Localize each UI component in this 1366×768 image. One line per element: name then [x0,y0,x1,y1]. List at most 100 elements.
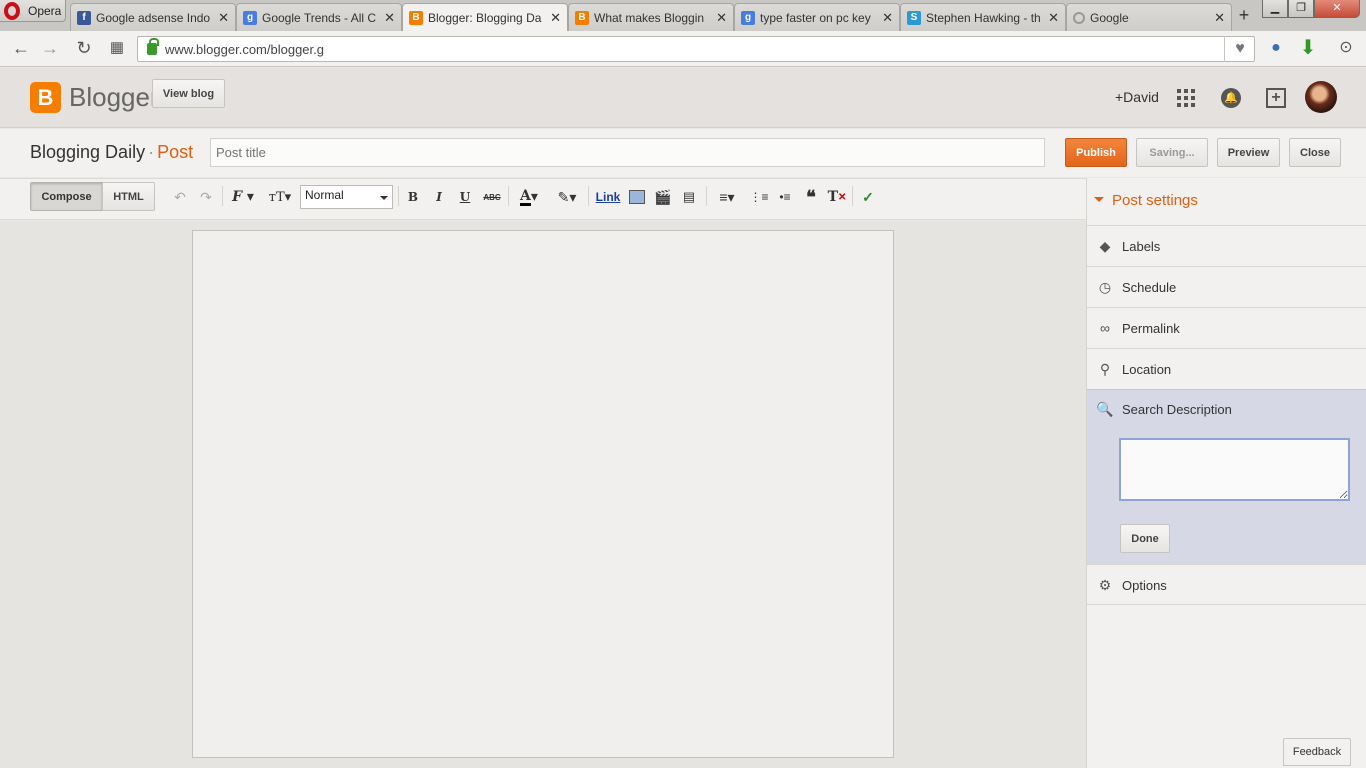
avatar[interactable] [1305,81,1337,113]
post-title-input[interactable] [210,138,1045,167]
sidebar-item-label: Schedule [1122,279,1177,295]
share-plus-icon[interactable]: + [1266,88,1286,108]
insert-jump-break-icon[interactable]: ▤ [679,185,699,209]
compose-mode-button[interactable]: Compose [30,182,103,211]
tab-title: type faster on pc key [760,10,871,25]
feedback-button[interactable]: Feedback [1283,738,1351,766]
back-arrow-icon[interactable]: ← [9,36,33,60]
close-icon[interactable]: ✕ [1048,10,1059,26]
maximize-button[interactable]: ❐ [1288,0,1314,18]
collapse-triangle-icon [1094,197,1104,207]
close-icon[interactable]: ✕ [1214,10,1225,26]
tab-stephen-hawking[interactable]: S Stephen Hawking - th ✕ [900,3,1066,31]
font-size-icon[interactable]: тT▾ [264,185,296,209]
user-profile-link[interactable]: +David [1115,89,1159,105]
blogger-icon: B [575,10,589,25]
post-settings-header[interactable]: Post settings [1094,192,1198,209]
tab-blogger-active[interactable]: B Blogger: Blogging Da ✕ [402,3,568,31]
tab-type-faster[interactable]: g type faster on pc key ✕ [734,3,900,31]
redo-icon[interactable]: ↷ [197,185,215,209]
tag-icon: ◆ [1099,237,1111,254]
quote-icon[interactable]: ❝ [801,185,821,209]
insert-link-button[interactable]: Link [594,185,622,209]
toolbar-divider [852,186,853,206]
globe-icon[interactable]: ● [1264,36,1288,60]
remove-formatting-icon[interactable]: T ✕ [827,185,847,209]
toolbar-divider [706,186,707,206]
numbered-list-icon[interactable]: ⋮≡ [749,185,769,209]
search-icon: 🔍 [1096,401,1114,417]
sidebar-item-labels[interactable]: ◆ Labels [1087,225,1366,266]
blogger-wordmark[interactable]: Blogger [69,82,159,113]
insert-video-icon[interactable]: 🎬 [653,185,673,209]
pin-icon: ⚲ [1099,360,1111,377]
toolbar-divider [398,186,399,206]
insert-image-icon[interactable] [627,185,647,209]
download-arrow-icon[interactable]: ⬇ [1296,36,1320,60]
section-label: Post [157,142,194,162]
align-icon[interactable]: ≡▾ [712,185,742,209]
underline-icon[interactable]: U [456,185,474,209]
font-family-icon[interactable]: F ▾ [228,185,258,209]
close-icon[interactable]: ✕ [384,10,395,26]
heart-icon[interactable]: ♥ [1224,36,1255,62]
tab-title: Google adsense Indo [96,10,211,25]
html-mode-button[interactable]: HTML [102,182,155,211]
strikethrough-icon[interactable]: ABC [481,185,503,209]
sidebar-item-search-description[interactable]: 🔍 Search Description [1087,389,1366,430]
close-icon[interactable]: ✕ [550,10,561,26]
close-icon[interactable]: ✕ [716,10,727,26]
spellcheck-icon[interactable]: ✓ [858,185,878,209]
bulleted-list-icon[interactable]: •≡ [775,185,795,209]
preview-button[interactable]: Preview [1217,138,1280,167]
sidebar-divider [1087,604,1366,605]
blogger-icon: B [409,10,423,25]
sidebar-item-options[interactable]: ⚙ Options [1087,564,1366,605]
sidebar-item-label: Options [1122,577,1167,593]
search-description-textarea[interactable] [1119,438,1350,501]
forward-arrow-icon[interactable]: → [38,36,62,60]
bold-icon[interactable]: B [404,185,422,209]
publish-button[interactable]: Publish [1065,138,1127,167]
clock-icon: ◷ [1098,278,1112,295]
italic-icon[interactable]: I [430,185,448,209]
highlight-color-icon[interactable]: ✎▾ [551,185,583,209]
url-text: www.blogger.com/blogger.g [165,41,324,57]
post-body-editor[interactable] [192,230,894,758]
new-tab-button[interactable]: + [1234,4,1254,26]
sidebar-item-label: Labels [1122,238,1161,254]
sidebar-item-schedule[interactable]: ◷ Schedule [1087,266,1366,307]
paragraph-format-select[interactable]: Normal [300,185,393,209]
notifications-bell-icon[interactable]: 🔔 [1221,88,1241,108]
tab-title: Blogger: Blogging Da [428,10,542,25]
tab-google[interactable]: Google ✕ [1066,3,1232,31]
done-button[interactable]: Done [1120,524,1170,553]
window-close-button[interactable]: ✕ [1314,0,1360,18]
tab-title: Google [1090,10,1129,25]
text-color-icon[interactable]: A ▾ [513,185,545,209]
close-icon[interactable]: ✕ [218,10,229,26]
close-button[interactable]: Close [1289,138,1341,167]
downloads-icon[interactable]: ⊙ [1334,36,1358,60]
title-separator: · [148,142,155,162]
tab-what-makes-blogging[interactable]: B What makes Bloggin ✕ [568,3,734,31]
reload-icon[interactable]: ↻ [72,36,96,60]
sidebar-item-location[interactable]: ⚲ Location [1087,348,1366,389]
tab-google-adsense[interactable]: f Google adsense Indo ✕ [70,3,236,31]
speed-dial-icon[interactable]: ▦ [105,36,129,60]
apps-grid-icon[interactable] [1177,89,1195,107]
blogger-logo-icon[interactable]: B [30,82,61,113]
view-blog-button[interactable]: View blog [152,79,225,108]
close-icon[interactable]: ✕ [882,10,893,26]
sidebar-item-permalink[interactable]: ∞ Permalink [1087,307,1366,348]
minimize-button[interactable]: ▁ [1262,0,1288,18]
address-bar[interactable]: www.blogger.com/blogger.g [137,36,1255,62]
tab-title: What makes Bloggin [594,10,705,25]
post-settings-title: Post settings [1112,192,1198,209]
tab-google-trends[interactable]: g Google Trends - All C ✕ [236,3,402,31]
undo-icon[interactable]: ↶ [171,185,189,209]
loading-icon [1073,11,1085,24]
saving-button[interactable]: Saving... [1136,138,1208,167]
sidebar-item-label: Permalink [1122,320,1180,336]
opera-menu-button[interactable]: Opera [0,0,66,22]
